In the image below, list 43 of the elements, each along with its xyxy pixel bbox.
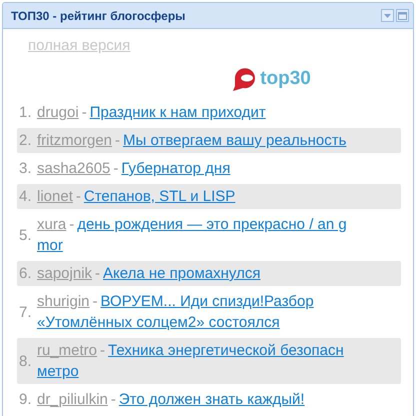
- post-title-link[interactable]: Праздник к нам приходит: [90, 102, 266, 123]
- separator: -: [100, 341, 106, 361]
- author-link[interactable]: fritzmorgen: [37, 130, 112, 151]
- rank-number: 3.: [19, 159, 33, 179]
- post-title-link[interactable]: день рождения — это прекрасно / an g: [77, 214, 347, 235]
- rank-number: 8.: [19, 352, 33, 372]
- maximize-icon[interactable]: [396, 9, 409, 22]
- rank-number: 4.: [19, 187, 33, 207]
- rank-number: 5.: [19, 226, 33, 246]
- post-title-link[interactable]: Акела не промахнулся: [103, 263, 260, 284]
- post-title-link[interactable]: Степанов, STL и LISP: [84, 186, 236, 207]
- post-title-link[interactable]: ВОРУЕМ... Иди спизди!Разбор: [100, 291, 314, 312]
- separator: -: [115, 131, 120, 151]
- author-link[interactable]: drugoi: [37, 102, 79, 123]
- separator: -: [113, 159, 118, 179]
- logo-text: top30: [260, 66, 311, 91]
- post-title-link[interactable]: Мы отвергаем вашу реальность: [123, 130, 346, 151]
- rank-number: 6.: [19, 264, 33, 284]
- rank-number: 9.: [19, 390, 33, 410]
- panel-title: ТОП30 - рейтинг блогосферы: [11, 8, 186, 24]
- post-title-link[interactable]: Губернатор дня: [121, 158, 230, 179]
- separator: -: [76, 187, 81, 207]
- collapse-icon[interactable]: [381, 9, 394, 22]
- author-link[interactable]: shurigin: [37, 291, 90, 312]
- rank-number: 2.: [19, 131, 33, 151]
- separator: -: [110, 390, 116, 410]
- author-link[interactable]: sasha2605: [37, 158, 110, 179]
- separator: -: [82, 103, 87, 123]
- author-link[interactable]: sapojnik: [37, 263, 92, 284]
- post-title-link[interactable]: метро: [37, 361, 79, 382]
- author-link[interactable]: ru_metro: [37, 340, 98, 361]
- rank-number: 7.: [19, 302, 33, 322]
- rank-number: 1.: [19, 103, 33, 123]
- author-link[interactable]: dr_piliulkin: [37, 389, 108, 410]
- separator: -: [69, 215, 74, 235]
- separator: -: [95, 264, 100, 284]
- post-title-link[interactable]: Техника энергетической безопасн: [108, 340, 344, 361]
- author-link[interactable]: xura: [37, 214, 66, 235]
- post-title-link[interactable]: «Утомлённых солцем2» состоялся: [37, 312, 280, 333]
- post-title-link[interactable]: Это должен знать каждый!: [118, 389, 305, 410]
- separator: -: [92, 292, 98, 312]
- post-title-link[interactable]: mor: [37, 235, 63, 256]
- author-link[interactable]: lionet: [37, 186, 73, 207]
